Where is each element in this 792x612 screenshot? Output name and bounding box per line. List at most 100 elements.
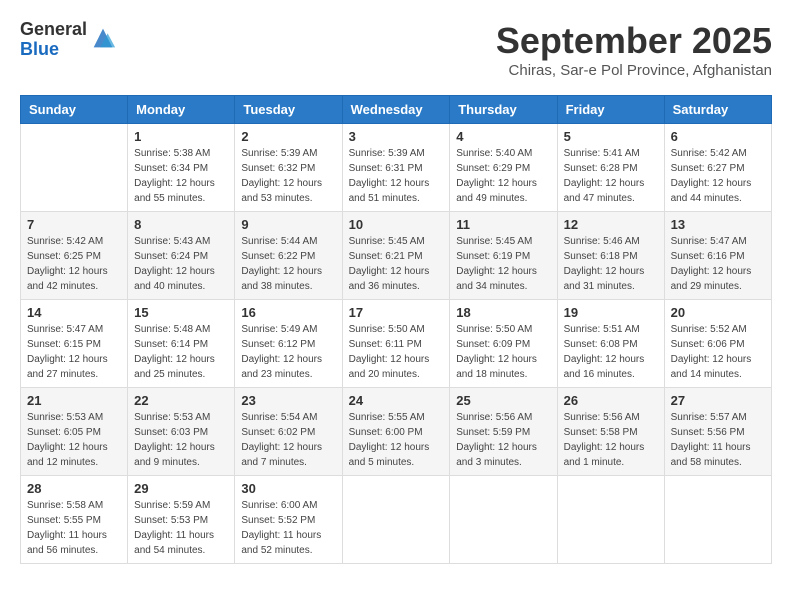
day-info: Sunrise: 5:38 AMSunset: 6:34 PMDaylight:… <box>134 146 228 206</box>
location-text: Chiras, Sar-e Pol Province, Afghanistan <box>496 62 772 79</box>
week-row-3: 14 Sunrise: 5:47 AMSunset: 6:15 PMDayligh… <box>21 300 772 388</box>
day-cell: 9 Sunrise: 5:44 AMSunset: 6:22 PMDaylight… <box>235 212 342 300</box>
day-number: 27 <box>671 393 765 408</box>
day-number: 21 <box>27 393 121 408</box>
logo-blue-text: Blue <box>20 40 87 60</box>
day-number: 5 <box>564 129 658 144</box>
day-number: 8 <box>134 217 228 232</box>
day-number: 23 <box>241 393 335 408</box>
day-cell: 8 Sunrise: 5:43 AMSunset: 6:24 PMDaylight… <box>128 212 235 300</box>
day-cell: 3 Sunrise: 5:39 AMSunset: 6:31 PMDaylight… <box>342 124 450 212</box>
day-number: 28 <box>27 481 121 496</box>
day-info: Sunrise: 5:54 AMSunset: 6:02 PMDaylight:… <box>241 410 335 470</box>
col-thursday: Thursday <box>450 96 557 124</box>
title-block: September 2025 Chiras, Sar-e Pol Provinc… <box>496 20 772 79</box>
day-cell: 20Sunrise: 5:52 AMSunset: 6:06 PMDayligh… <box>664 300 771 388</box>
day-cell: 23 Sunrise: 5:54 AMSunset: 6:02 PMDayligh… <box>235 388 342 476</box>
day-cell: 22Sunrise: 5:53 AMSunset: 6:03 PMDayligh… <box>128 388 235 476</box>
day-cell: 6 Sunrise: 5:42 AMSunset: 6:27 PMDaylight… <box>664 124 771 212</box>
week-row-1: 1 Sunrise: 5:38 AMSunset: 6:34 PMDaylight… <box>21 124 772 212</box>
day-info: Sunrise: 5:59 AMSunset: 5:53 PMDaylight:… <box>134 498 228 558</box>
day-cell: 1 Sunrise: 5:38 AMSunset: 6:34 PMDaylight… <box>128 124 235 212</box>
day-number: 25 <box>456 393 550 408</box>
day-info: Sunrise: 5:42 AMSunset: 6:27 PMDaylight:… <box>671 146 765 206</box>
week-row-2: 7 Sunrise: 5:42 AMSunset: 6:25 PMDaylight… <box>21 212 772 300</box>
day-info: Sunrise: 5:49 AMSunset: 6:12 PMDaylight:… <box>241 322 335 382</box>
day-number: 17 <box>349 305 444 320</box>
day-cell <box>21 124 128 212</box>
day-number: 14 <box>27 305 121 320</box>
day-cell: 12Sunrise: 5:46 AMSunset: 6:18 PMDayligh… <box>557 212 664 300</box>
col-sunday: Sunday <box>21 96 128 124</box>
day-cell: 2 Sunrise: 5:39 AMSunset: 6:32 PMDaylight… <box>235 124 342 212</box>
week-row-5: 28 Sunrise: 5:58 AMSunset: 5:55 PMDayligh… <box>21 476 772 564</box>
col-friday: Friday <box>557 96 664 124</box>
day-info: Sunrise: 5:47 AMSunset: 6:16 PMDaylight:… <box>671 234 765 294</box>
day-cell: 17Sunrise: 5:50 AMSunset: 6:11 PMDayligh… <box>342 300 450 388</box>
day-number: 13 <box>671 217 765 232</box>
day-number: 1 <box>134 129 228 144</box>
day-cell: 19 Sunrise: 5:51 AMSunset: 6:08 PMDayligh… <box>557 300 664 388</box>
col-tuesday: Tuesday <box>235 96 342 124</box>
day-number: 29 <box>134 481 228 496</box>
col-saturday: Saturday <box>664 96 771 124</box>
day-number: 6 <box>671 129 765 144</box>
logo: General Blue <box>20 20 117 60</box>
day-number: 3 <box>349 129 444 144</box>
day-info: Sunrise: 5:57 AMSunset: 5:56 PMDaylight:… <box>671 410 765 470</box>
day-cell: 13 Sunrise: 5:47 AMSunset: 6:16 PMDayligh… <box>664 212 771 300</box>
day-info: Sunrise: 5:53 AMSunset: 6:05 PMDaylight:… <box>27 410 121 470</box>
day-cell: 16 Sunrise: 5:49 AMSunset: 6:12 PMDayligh… <box>235 300 342 388</box>
day-info: Sunrise: 5:43 AMSunset: 6:24 PMDaylight:… <box>134 234 228 294</box>
day-info: Sunrise: 5:45 AMSunset: 6:19 PMDaylight:… <box>456 234 550 294</box>
day-cell: 21 Sunrise: 5:53 AMSunset: 6:05 PMDayligh… <box>21 388 128 476</box>
day-cell: 11 Sunrise: 5:45 AMSunset: 6:19 PMDayligh… <box>450 212 557 300</box>
day-cell: 14 Sunrise: 5:47 AMSunset: 6:15 PMDayligh… <box>21 300 128 388</box>
day-info: Sunrise: 5:48 AMSunset: 6:14 PMDaylight:… <box>134 322 228 382</box>
day-info: Sunrise: 5:44 AMSunset: 6:22 PMDaylight:… <box>241 234 335 294</box>
day-number: 12 <box>564 217 658 232</box>
day-cell: 4 Sunrise: 5:40 AMSunset: 6:29 PMDaylight… <box>450 124 557 212</box>
day-cell <box>342 476 450 564</box>
day-cell: 26Sunrise: 5:56 AMSunset: 5:58 PMDayligh… <box>557 388 664 476</box>
day-number: 4 <box>456 129 550 144</box>
day-info: Sunrise: 5:58 AMSunset: 5:55 PMDaylight:… <box>27 498 121 558</box>
day-info: Sunrise: 5:47 AMSunset: 6:15 PMDaylight:… <box>27 322 121 382</box>
day-number: 11 <box>456 217 550 232</box>
day-cell <box>557 476 664 564</box>
day-number: 9 <box>241 217 335 232</box>
day-cell: 5 Sunrise: 5:41 AMSunset: 6:28 PMDaylight… <box>557 124 664 212</box>
day-number: 26 <box>564 393 658 408</box>
day-cell: 28 Sunrise: 5:58 AMSunset: 5:55 PMDayligh… <box>21 476 128 564</box>
logo-general-text: General <box>20 20 87 40</box>
day-cell: 27 Sunrise: 5:57 AMSunset: 5:56 PMDayligh… <box>664 388 771 476</box>
day-info: Sunrise: 5:39 AMSunset: 6:32 PMDaylight:… <box>241 146 335 206</box>
day-info: Sunrise: 5:45 AMSunset: 6:21 PMDaylight:… <box>349 234 444 294</box>
day-info: Sunrise: 5:55 AMSunset: 6:00 PMDaylight:… <box>349 410 444 470</box>
day-cell: 24 Sunrise: 5:55 AMSunset: 6:00 PMDayligh… <box>342 388 450 476</box>
day-info: Sunrise: 5:51 AMSunset: 6:08 PMDaylight:… <box>564 322 658 382</box>
day-number: 16 <box>241 305 335 320</box>
day-cell: 15Sunrise: 5:48 AMSunset: 6:14 PMDayligh… <box>128 300 235 388</box>
col-wednesday: Wednesday <box>342 96 450 124</box>
day-number: 7 <box>27 217 121 232</box>
day-number: 19 <box>564 305 658 320</box>
day-number: 18 <box>456 305 550 320</box>
day-number: 2 <box>241 129 335 144</box>
day-info: Sunrise: 5:53 AMSunset: 6:03 PMDaylight:… <box>134 410 228 470</box>
week-row-4: 21 Sunrise: 5:53 AMSunset: 6:05 PMDayligh… <box>21 388 772 476</box>
day-info: Sunrise: 5:56 AMSunset: 5:59 PMDaylight:… <box>456 410 550 470</box>
day-info: Sunrise: 5:41 AMSunset: 6:28 PMDaylight:… <box>564 146 658 206</box>
day-info: Sunrise: 5:42 AMSunset: 6:25 PMDaylight:… <box>27 234 121 294</box>
col-monday: Monday <box>128 96 235 124</box>
day-number: 24 <box>349 393 444 408</box>
day-cell: 29 Sunrise: 5:59 AMSunset: 5:53 PMDayligh… <box>128 476 235 564</box>
day-info: Sunrise: 5:52 AMSunset: 6:06 PMDaylight:… <box>671 322 765 382</box>
day-info: Sunrise: 5:39 AMSunset: 6:31 PMDaylight:… <box>349 146 444 206</box>
day-info: Sunrise: 5:40 AMSunset: 6:29 PMDaylight:… <box>456 146 550 206</box>
day-cell: 25 Sunrise: 5:56 AMSunset: 5:59 PMDayligh… <box>450 388 557 476</box>
day-cell <box>450 476 557 564</box>
day-info: Sunrise: 6:00 AMSunset: 5:52 PMDaylight:… <box>241 498 335 558</box>
day-cell <box>664 476 771 564</box>
month-title: September 2025 <box>496 20 772 62</box>
